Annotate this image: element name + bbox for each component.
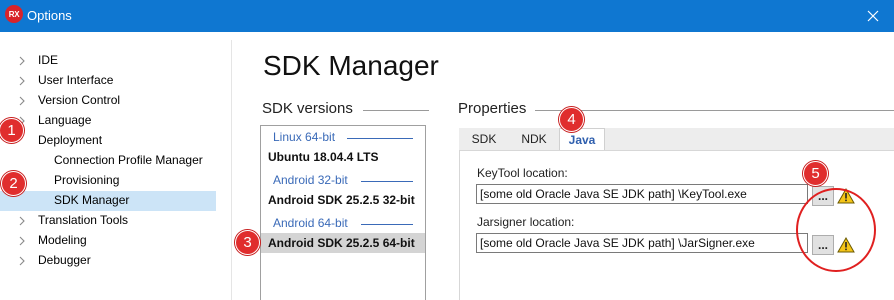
group-label-android-32: Android 32-bit (273, 173, 348, 187)
sdk-versions-heading: SDK versions (262, 100, 353, 117)
sdk-item-android-64[interactable]: Android SDK 25.2.5 64-bit (261, 233, 425, 253)
jarsigner-browse-button[interactable]: ... (812, 235, 834, 255)
chevron-right-icon[interactable] (17, 216, 27, 226)
keytool-location-field[interactable]: [some old Oracle Java SE JDK path] \KeyT… (476, 184, 808, 204)
close-button[interactable] (852, 0, 894, 32)
group-divider (361, 224, 413, 225)
tree-item-label: User Interface (38, 73, 114, 87)
jarsigner-label: Jarsigner location: (477, 215, 575, 229)
close-icon (867, 10, 879, 22)
tree-item-version-control[interactable]: Version Control (0, 91, 216, 111)
chevron-right-icon[interactable] (17, 56, 27, 66)
tree-item-label: Debugger (38, 253, 91, 267)
page-title: SDK Manager (263, 50, 439, 81)
callout-marker-2: 2 (1, 171, 26, 196)
warning-icon (837, 188, 855, 204)
sdk-versions-list[interactable]: Linux 64-bit Ubuntu 18.04.4 LTS Android … (260, 125, 426, 300)
tree-item-translation-tools[interactable]: Translation Tools (0, 211, 216, 231)
tree-item-modeling[interactable]: Modeling (0, 231, 216, 251)
tree-item-provisioning[interactable]: Provisioning (0, 171, 216, 191)
pane-divider[interactable] (231, 40, 232, 300)
tree-item-debugger[interactable]: Debugger (0, 251, 216, 271)
tree-item-ide[interactable]: IDE (0, 51, 216, 71)
tree-item-user-interface[interactable]: User Interface (0, 71, 216, 91)
chevron-right-icon[interactable] (17, 236, 27, 246)
chevron-right-icon[interactable] (17, 76, 27, 86)
callout-marker-4: 4 (559, 107, 584, 132)
tree-item-label: Version Control (38, 93, 121, 107)
group-divider (361, 181, 413, 182)
tree-item-label: Connection Profile Manager (54, 153, 203, 167)
sdk-item-android-32[interactable]: Android SDK 25.2.5 32-bit (261, 190, 425, 210)
warning-icon (837, 237, 855, 253)
tab-ndk[interactable]: NDK (509, 128, 559, 150)
tree-item-sdk-manager[interactable]: SDK Manager (0, 191, 216, 211)
tree-item-connection-profile-manager[interactable]: Connection Profile Manager (0, 151, 216, 171)
tab-java[interactable]: Java (559, 128, 605, 150)
tree-item-label: Deployment (38, 133, 103, 147)
tree-item-deployment[interactable]: Deployment (0, 131, 216, 151)
chevron-right-icon[interactable] (17, 96, 27, 106)
app-logo: RX (5, 5, 23, 23)
section-divider (363, 110, 429, 111)
callout-marker-1: 1 (0, 118, 24, 143)
options-tree: IDE User Interface Version Control Langu… (0, 32, 232, 300)
tree-item-label: Language (38, 113, 92, 127)
sdk-item-ubuntu[interactable]: Ubuntu 18.04.4 LTS (261, 147, 425, 167)
window-title: Options (27, 8, 72, 23)
chevron-right-icon[interactable] (17, 256, 27, 266)
tree-item-label: Modeling (38, 233, 87, 247)
keytool-browse-button[interactable]: ... (812, 186, 834, 206)
callout-marker-3: 3 (235, 230, 260, 255)
tree-item-label: Provisioning (54, 173, 120, 187)
group-label-android-64: Android 64-bit (273, 216, 348, 230)
keytool-label: KeyTool location: (477, 166, 568, 180)
group-divider (347, 138, 413, 139)
tab-sdk[interactable]: SDK (459, 128, 509, 150)
tree-item-label: IDE (38, 53, 59, 67)
tree-item-label: SDK Manager (54, 193, 130, 207)
group-label-linux-64: Linux 64-bit (273, 130, 336, 144)
section-divider (535, 110, 894, 111)
title-bar: RX Options (0, 0, 894, 32)
tree-item-label: Translation Tools (38, 213, 129, 227)
sdk-item-label: Android SDK 25.2.5 32-bit (268, 193, 415, 207)
sdk-item-label: Ubuntu 18.04.4 LTS (268, 150, 379, 164)
properties-heading: Properties (458, 100, 527, 117)
jarsigner-location-field[interactable]: [some old Oracle Java SE JDK path] \JarS… (476, 233, 808, 253)
callout-marker-5: 5 (803, 161, 828, 186)
sdk-item-label: Android SDK 25.2.5 64-bit (268, 236, 415, 250)
tree-item-language[interactable]: Language (0, 111, 216, 131)
